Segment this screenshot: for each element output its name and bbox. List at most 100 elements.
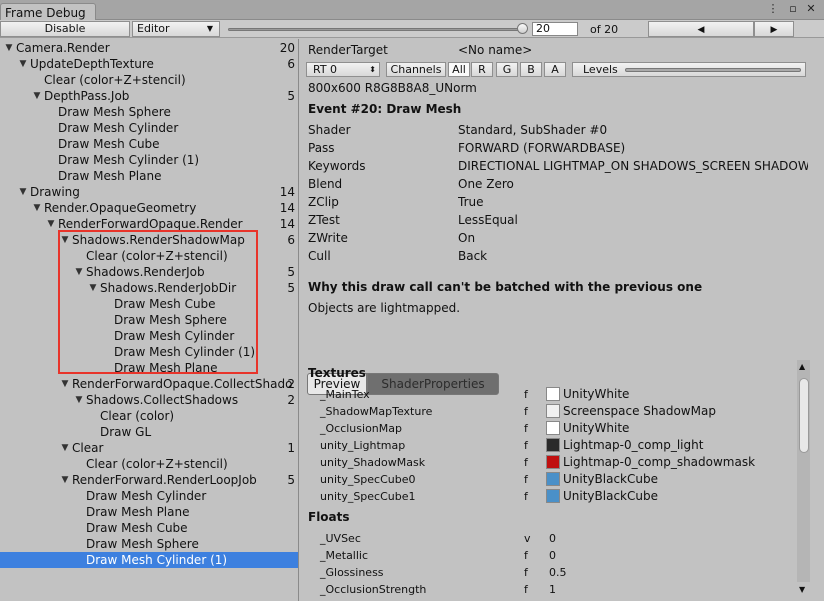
- maximize-icon[interactable]: ▫: [786, 2, 800, 16]
- frame-slider-handle[interactable]: [517, 23, 528, 34]
- tree-row[interactable]: ▼ Clear 1: [0, 440, 298, 456]
- texture-thumbnail[interactable]: [546, 489, 560, 503]
- levels-slider[interactable]: [625, 68, 801, 72]
- properties-scroll-thumb[interactable]: [799, 378, 809, 453]
- frame-debug-tab[interactable]: Frame Debug: [0, 3, 96, 21]
- tree-row-label: Draw Mesh Sphere: [58, 105, 171, 119]
- expand-triangle-icon[interactable]: ▼: [32, 88, 42, 104]
- tree-row[interactable]: Draw Mesh Plane: [0, 360, 298, 376]
- tree-row-label: Render.OpaqueGeometry: [44, 201, 197, 215]
- texture-thumbnail[interactable]: [546, 421, 560, 435]
- tree-row[interactable]: Draw Mesh Cube: [0, 296, 298, 312]
- tree-row[interactable]: Clear (color): [0, 408, 298, 424]
- expand-triangle-icon[interactable]: ▼: [18, 56, 28, 72]
- tree-row[interactable]: Clear (color+Z+stencil): [0, 248, 298, 264]
- expand-triangle-icon[interactable]: ▼: [4, 40, 14, 56]
- tree-row[interactable]: Draw Mesh Cube: [0, 136, 298, 152]
- tree-row[interactable]: ▼ Camera.Render 20: [0, 40, 298, 56]
- expand-triangle-icon[interactable]: ▼: [60, 440, 70, 456]
- scroll-up-icon[interactable]: ▲: [799, 362, 805, 371]
- texture-thumbnail[interactable]: [546, 387, 560, 401]
- editor-dropdown[interactable]: Editor ▼: [132, 21, 220, 37]
- tree-row[interactable]: Draw Mesh Plane: [0, 504, 298, 520]
- tree-row[interactable]: ▼ RenderForwardOpaque.Render 14: [0, 216, 298, 232]
- tree-row-label: Draw Mesh Cylinder: [58, 121, 179, 135]
- expand-triangle-icon[interactable]: ▼: [46, 216, 56, 232]
- tree-row[interactable]: ▼ UpdateDepthTexture 6: [0, 56, 298, 72]
- tree-row-count: 2: [287, 393, 295, 407]
- tree-row[interactable]: Draw Mesh Cube: [0, 520, 298, 536]
- tree-row-label: Draw Mesh Cube: [58, 137, 160, 151]
- texture-row: _MainTex f UnityWhite: [320, 386, 800, 403]
- texture-row: unity_SpecCube1 f UnityBlackCube: [320, 488, 800, 505]
- expand-triangle-icon[interactable]: ▼: [18, 184, 28, 200]
- tree-row[interactable]: Draw Mesh Cylinder (1): [0, 152, 298, 168]
- float-type: f: [524, 566, 528, 579]
- tree-row[interactable]: Draw GL: [0, 424, 298, 440]
- channels-label: Channels: [386, 62, 446, 77]
- tree-row[interactable]: ▼ RenderForwardOpaque.CollectShado 2: [0, 376, 298, 392]
- float-value: 1: [549, 583, 556, 596]
- tree-row[interactable]: Draw Mesh Sphere: [0, 104, 298, 120]
- tree-row[interactable]: Draw Mesh Cylinder (1): [0, 344, 298, 360]
- texture-name: _OcclusionMap: [320, 422, 402, 435]
- expand-triangle-icon[interactable]: ▼: [74, 392, 84, 408]
- float-name: _Glossiness: [320, 566, 384, 579]
- tree-row-label: Shadows.RenderJob: [86, 265, 205, 279]
- texture-thumbnail[interactable]: [546, 438, 560, 452]
- texture-value: Screenspace ShadowMap: [563, 404, 716, 418]
- tree-row[interactable]: ▼ RenderForward.RenderLoopJob 5: [0, 472, 298, 488]
- render-target-select[interactable]: RT 0 ⬍: [306, 62, 380, 77]
- expand-triangle-icon[interactable]: ▼: [32, 200, 42, 216]
- tree-row[interactable]: ▼ Drawing 14: [0, 184, 298, 200]
- tree-row[interactable]: ▼ Shadows.CollectShadows 2: [0, 392, 298, 408]
- tree-row-count: 14: [279, 185, 295, 199]
- tree-row[interactable]: ▼ Shadows.RenderJobDir 5: [0, 280, 298, 296]
- frame-slider[interactable]: [228, 28, 522, 31]
- channel-a-button[interactable]: A: [544, 62, 566, 77]
- tree-row[interactable]: ▼ Shadows.RenderShadowMap 6: [0, 232, 298, 248]
- expand-triangle-icon[interactable]: ▼: [60, 376, 70, 392]
- levels-control[interactable]: Levels: [572, 62, 806, 77]
- texture-row: unity_Lightmap f Lightmap-0_comp_light: [320, 437, 800, 454]
- tree-row-label: Clear (color): [100, 409, 175, 423]
- next-frame-button[interactable]: ▶: [754, 21, 794, 37]
- scroll-down-icon[interactable]: ▼: [799, 585, 805, 594]
- tree-row[interactable]: Draw Mesh Cylinder: [0, 120, 298, 136]
- expand-triangle-icon[interactable]: ▼: [88, 280, 98, 296]
- event-title: Event #20: Draw Mesh: [308, 102, 462, 116]
- menu-icon[interactable]: ⋮: [766, 2, 780, 16]
- tree-row[interactable]: Draw Mesh Cylinder: [0, 328, 298, 344]
- frame-number-input[interactable]: 20: [532, 22, 578, 36]
- tree-row[interactable]: Draw Mesh Plane: [0, 168, 298, 184]
- channel-all-button[interactable]: All: [448, 62, 470, 77]
- tree-row[interactable]: Clear (color+Z+stencil): [0, 456, 298, 472]
- tree-row[interactable]: Draw Mesh Sphere: [0, 312, 298, 328]
- field-key: ZWrite: [308, 231, 348, 245]
- disable-button[interactable]: Disable: [0, 21, 130, 37]
- texture-thumbnail[interactable]: [546, 472, 560, 486]
- tree-row[interactable]: Draw Mesh Sphere: [0, 536, 298, 552]
- channel-r-button[interactable]: R: [471, 62, 493, 77]
- texture-thumbnail[interactable]: [546, 404, 560, 418]
- texture-row: unity_SpecCube0 f UnityBlackCube: [320, 471, 800, 488]
- channel-b-button[interactable]: B: [520, 62, 542, 77]
- prev-frame-button[interactable]: ◀: [648, 21, 754, 37]
- tree-row[interactable]: Draw Mesh Cylinder (1): [0, 552, 298, 568]
- expand-triangle-icon[interactable]: ▼: [60, 472, 70, 488]
- tree-row[interactable]: Clear (color+Z+stencil): [0, 72, 298, 88]
- channel-g-button[interactable]: G: [496, 62, 518, 77]
- field-value: Standard, SubShader #0: [458, 123, 608, 137]
- tree-row[interactable]: ▼ DepthPass.Job 5: [0, 88, 298, 104]
- close-icon[interactable]: ✕: [804, 2, 818, 16]
- expand-triangle-icon[interactable]: ▼: [74, 264, 84, 280]
- tree-row-label: Draw Mesh Cylinder (1): [114, 345, 256, 359]
- tree-row[interactable]: ▼ Render.OpaqueGeometry 14: [0, 200, 298, 216]
- field-value: LessEqual: [458, 213, 518, 227]
- tree-row[interactable]: ▼ Shadows.RenderJob 5: [0, 264, 298, 280]
- texture-thumbnail[interactable]: [546, 455, 560, 469]
- title-bar: Frame Debug ⋮ ▫ ✕: [0, 0, 824, 21]
- expand-triangle-icon[interactable]: ▼: [60, 232, 70, 248]
- tree-row[interactable]: Draw Mesh Cylinder: [0, 488, 298, 504]
- texture-name: unity_Lightmap: [320, 439, 406, 452]
